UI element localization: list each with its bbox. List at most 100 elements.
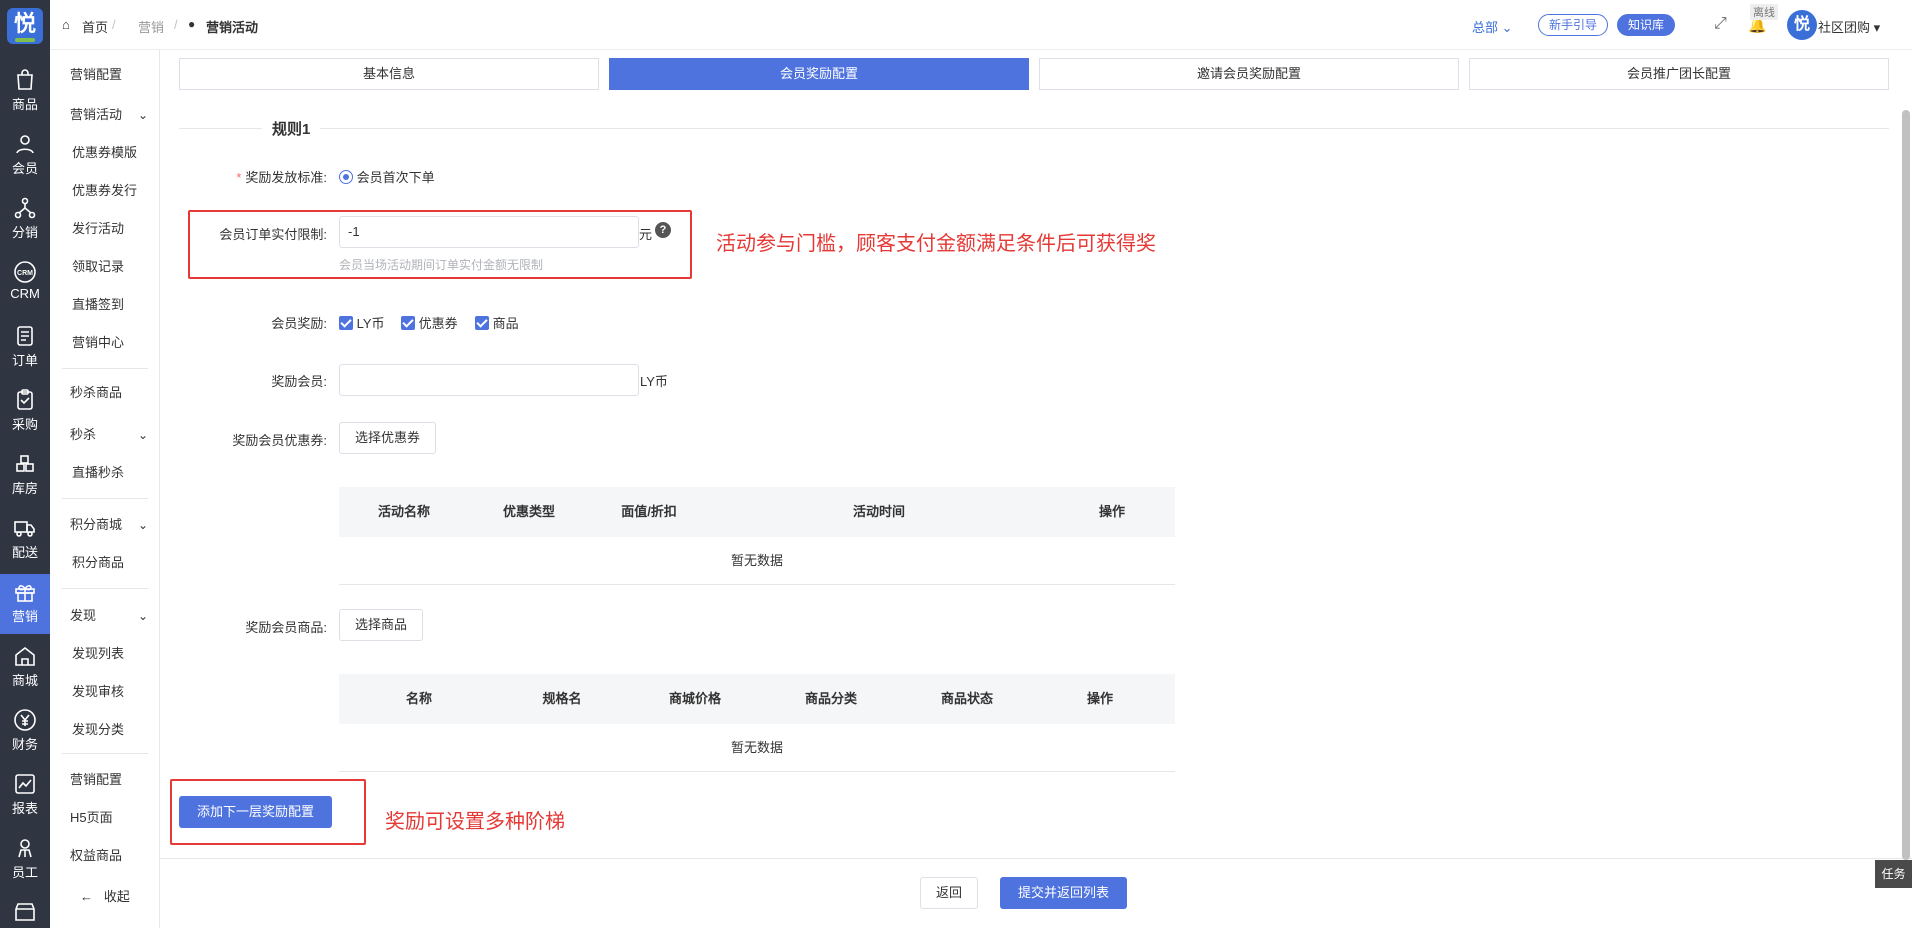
tab-member-reward[interactable]: 会员奖励配置 — [609, 58, 1029, 90]
nav-mall[interactable]: 商城 — [0, 638, 50, 698]
checkbox-checked — [475, 316, 489, 330]
nav-crm[interactable]: CRM CRM — [0, 254, 50, 314]
nav-delivery[interactable]: 配送 — [0, 510, 50, 570]
rule-divider — [179, 128, 1889, 129]
nav-goods[interactable]: 商品 — [0, 62, 50, 122]
standard-radio[interactable]: 会员首次下单 — [339, 167, 435, 186]
nav-label: 采购 — [11, 417, 38, 432]
scrollbar[interactable] — [1902, 110, 1910, 860]
submenu-group-activity[interactable]: 营销活动 ⌄ — [50, 100, 160, 130]
nav-store[interactable] — [0, 894, 50, 928]
submenu-item[interactable]: 秒杀商品 — [50, 378, 160, 408]
nav-purchase[interactable]: 采购 — [0, 382, 50, 442]
select-goods-button[interactable]: 选择商品 — [339, 609, 424, 641]
store-name[interactable]: 社区团购 ▾ — [1818, 17, 1880, 36]
breadcrumb-separator: / — [174, 17, 178, 32]
tab-basic-info[interactable]: 基本信息 — [179, 58, 599, 90]
coupon-table: 活动名称 优惠类型 面值/折扣 活动时间 操作 暂无数据 — [339, 487, 1175, 585]
column-header: 操作 — [1098, 504, 1125, 519]
column-header: 优惠类型 — [502, 504, 555, 519]
submenu-group-discover[interactable]: 发现 ⌄ — [50, 601, 160, 631]
reward-option-goods[interactable]: 商品 — [475, 313, 519, 332]
reward-member-input[interactable] — [339, 364, 639, 396]
nav-member[interactable]: 会员 — [0, 126, 50, 186]
submenu-item[interactable]: 优惠券发行 — [50, 176, 160, 206]
reward-option-ly[interactable]: LY币 — [339, 313, 385, 332]
submenu-item[interactable]: 积分商品 — [50, 548, 160, 578]
tab-invite-reward[interactable]: 邀请会员奖励配置 — [1039, 58, 1459, 90]
submenu-item[interactable]: H5页面 — [50, 803, 160, 833]
collapse-button[interactable]: ← 收起 — [50, 882, 160, 912]
submit-button[interactable]: 提交并返回列表 — [1000, 877, 1128, 909]
region-label: 总部 — [1472, 20, 1499, 35]
nav-staff[interactable]: 员工 — [0, 830, 50, 890]
checkbox-checked — [339, 316, 353, 330]
back-button[interactable]: 返回 — [920, 877, 979, 909]
submenu-item[interactable]: 优惠券模版 — [50, 138, 160, 168]
nav-report[interactable]: 报表 — [0, 766, 50, 826]
submenu-item[interactable]: 权益商品 — [50, 841, 160, 871]
region-select[interactable]: 总部 ⌄ — [1472, 17, 1513, 36]
submenu-item[interactable]: 直播秒杀 — [50, 458, 160, 488]
fullscreen-icon[interactable]: ⤢ — [1714, 15, 1727, 33]
store-icon — [15, 903, 35, 921]
knowledge-base-button[interactable]: 知识库 — [1617, 14, 1676, 36]
submenu-item[interactable]: 发现审核 — [50, 677, 160, 707]
chevron-down-icon: ⌄ — [1501, 20, 1513, 35]
tab-promoter-config[interactable]: 会员推广团长配置 — [1469, 58, 1889, 90]
select-coupon-button[interactable]: 选择优惠券 — [339, 422, 437, 454]
submenu-item[interactable]: 领取记录 — [50, 252, 160, 282]
submenu-group-points[interactable]: 积分商城 ⌄ — [50, 510, 160, 540]
nav-order[interactable]: 订单 — [0, 318, 50, 378]
share-icon — [14, 197, 36, 219]
radio-checked — [339, 170, 353, 184]
empty-text: 暂无数据 — [339, 724, 1175, 772]
caret-down-icon: ▾ — [1873, 20, 1881, 35]
breadcrumb-home[interactable]: 首页 — [82, 17, 108, 36]
submenu-item[interactable]: 营销配置 — [50, 765, 160, 795]
grid-icon — [16, 455, 34, 472]
task-button[interactable]: 任务 — [1875, 860, 1912, 888]
standard-label: * 奖励发放标准: — [167, 167, 327, 186]
reward-option-label: LY币 — [356, 316, 385, 331]
column-header: 名称 — [405, 691, 432, 706]
submenu-item[interactable]: 发现列表 — [50, 639, 160, 669]
app-logo[interactable]: 悦 — [7, 8, 43, 44]
submenu-item[interactable]: 直播签到 — [50, 290, 160, 320]
nav-finance[interactable]: 财务 — [0, 702, 50, 762]
submenu-item[interactable]: 发行活动 — [50, 214, 160, 244]
arrow-left-icon: ← — [80, 889, 93, 904]
divider — [62, 588, 148, 589]
rule-title: 规则1 — [262, 118, 321, 139]
breadcrumb-marketing[interactable]: 营销 — [138, 17, 164, 36]
reward-option-label: 优惠券 — [418, 316, 458, 331]
nav-warehouse[interactable]: 库房 — [0, 446, 50, 506]
breadcrumb-separator: / — [112, 17, 116, 32]
table-header: 名称 规格名 商城价格 商品分类 商品状态 操作 — [339, 674, 1175, 724]
submenu-group-label: 营销活动 — [70, 107, 123, 122]
home-icon[interactable]: ⌂ — [62, 17, 70, 32]
nav-marketing[interactable]: 营销 — [0, 574, 50, 634]
nav-label: CRM — [10, 286, 40, 301]
footer-divider — [160, 858, 1912, 859]
column-header: 活动名称 — [377, 504, 430, 519]
reward-option-coupon[interactable]: 优惠券 — [401, 313, 458, 332]
guide-button[interactable]: 新手引导 — [1538, 14, 1609, 36]
submenu-item[interactable]: 营销配置 — [50, 60, 160, 90]
avatar[interactable]: 悦 — [1787, 10, 1817, 40]
reward-option-label: 商品 — [492, 316, 519, 331]
reward-member-unit: LY币 — [640, 374, 668, 389]
order-icon — [17, 326, 33, 346]
submenu-item[interactable]: 发现分类 — [50, 715, 160, 745]
home-icon — [15, 646, 35, 666]
column-header: 活动时间 — [852, 504, 905, 519]
column-header: 商品状态 — [940, 691, 993, 706]
nav-label: 报表 — [11, 801, 38, 816]
yen-icon — [14, 709, 36, 731]
collapse-label: 收起 — [103, 889, 130, 904]
submenu-group-seckill[interactable]: 秒杀 ⌄ — [50, 420, 160, 450]
submenu-item[interactable]: 营销中心 — [50, 328, 160, 358]
nav-distribution[interactable]: 分销 — [0, 190, 50, 250]
staff-icon — [18, 839, 32, 858]
annotation-box — [170, 779, 366, 845]
